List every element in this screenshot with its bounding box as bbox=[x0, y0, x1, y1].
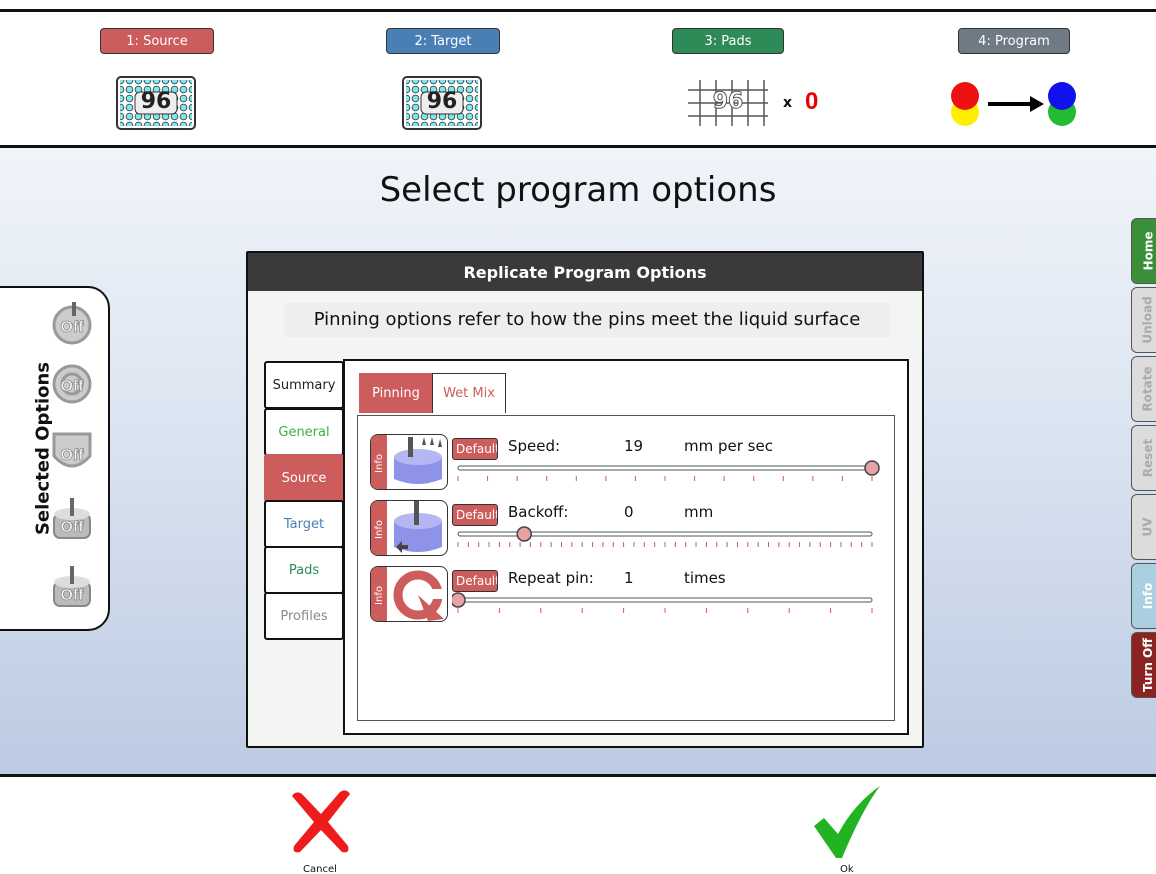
tab-summary[interactable]: Summary bbox=[264, 361, 344, 409]
info-label: Info bbox=[373, 585, 385, 605]
speed-default-button[interactable]: Default bbox=[452, 438, 498, 460]
program-color-transfer-icon bbox=[948, 76, 1080, 130]
repeat-pin-default-button[interactable]: Default bbox=[452, 570, 498, 592]
dialog-hint: Pinning options refer to how the pins me… bbox=[284, 303, 890, 337]
repeat-pin-value: 1 bbox=[624, 569, 634, 587]
main-area: Select program options Replicate Program… bbox=[0, 145, 1156, 777]
side-tab-uv[interactable]: UV bbox=[1131, 494, 1156, 560]
off-option-icon-4[interactable]: Off bbox=[48, 496, 96, 542]
info-strip: Info bbox=[371, 435, 387, 489]
speed-info-button[interactable]: Info bbox=[370, 434, 448, 490]
off-option-icon-1[interactable]: Off bbox=[48, 300, 96, 346]
repeat-pin-unit: times bbox=[684, 569, 726, 587]
ok-button[interactable] bbox=[810, 786, 890, 872]
slider-track[interactable] bbox=[457, 597, 873, 603]
side-tab-reset-label: Reset bbox=[1141, 438, 1155, 478]
off-badge: Off bbox=[60, 587, 84, 604]
option-row-repeat-pin: Info Default Repeat pin: 1 times bbox=[370, 566, 890, 624]
ok-label: Ok bbox=[840, 864, 854, 874]
top-divider bbox=[0, 9, 1156, 12]
cancel-label: Cancel bbox=[303, 864, 337, 874]
tab-pinning[interactable]: Pinning bbox=[359, 373, 433, 413]
side-tab-turn-off-label: Turn Off bbox=[1141, 638, 1156, 692]
options-content-panel: Pinning Wet Mix Info Default Speed: 19 m… bbox=[343, 359, 909, 735]
dialog-title: Replicate Program Options bbox=[248, 253, 922, 291]
info-strip: Info bbox=[371, 501, 387, 555]
ok-checkmark-icon bbox=[814, 786, 880, 858]
info-strip: Info bbox=[371, 567, 387, 621]
side-tab-reset[interactable]: Reset bbox=[1131, 425, 1156, 491]
slider-thumb[interactable] bbox=[864, 460, 880, 476]
backoff-info-button[interactable]: Info bbox=[370, 500, 448, 556]
target-plate-number: 96 bbox=[426, 89, 458, 114]
off-option-icon-3[interactable]: Off bbox=[48, 430, 96, 476]
off-option-icon-5[interactable]: Off bbox=[48, 564, 96, 610]
speed-slider[interactable] bbox=[452, 460, 882, 486]
pads-count: 0 bbox=[805, 88, 819, 115]
tab-wet-mix[interactable]: Wet Mix bbox=[432, 373, 506, 413]
repeat-pin-label: Repeat pin: bbox=[508, 569, 594, 587]
step-program-button[interactable]: 4: Program bbox=[958, 28, 1070, 54]
speed-label: Speed: bbox=[508, 437, 561, 455]
step-pads-button[interactable]: 3: Pads bbox=[672, 28, 784, 54]
side-tab-unload-label: Unload bbox=[1141, 296, 1155, 344]
off-badge: Off bbox=[60, 319, 84, 336]
option-row-speed: Info Default Speed: 19 mm per sec bbox=[370, 434, 890, 492]
source-plate-number: 96 bbox=[140, 89, 172, 114]
side-tab-turn-off[interactable]: Turn Off bbox=[1131, 632, 1156, 698]
side-tab-unload[interactable]: Unload bbox=[1131, 287, 1156, 353]
step-target-button[interactable]: 2: Target bbox=[386, 28, 500, 54]
option-row-backoff: Info Default Backoff: 0 mm bbox=[370, 500, 890, 558]
side-tab-home-label: Home bbox=[1141, 231, 1155, 271]
cancel-x-icon bbox=[292, 790, 350, 853]
cancel-button[interactable] bbox=[286, 786, 366, 872]
slider-thumb[interactable] bbox=[516, 526, 532, 542]
slider-track[interactable] bbox=[457, 465, 873, 471]
target-plate-icon: 96 bbox=[402, 76, 482, 130]
off-badge: Off bbox=[60, 378, 84, 395]
pins-speed-icon bbox=[394, 437, 442, 484]
backoff-label: Backoff: bbox=[508, 503, 569, 521]
tab-general[interactable]: General bbox=[264, 408, 344, 456]
info-label: Info bbox=[373, 453, 385, 473]
off-badge: Off bbox=[60, 447, 84, 464]
page-title: Select program options bbox=[379, 170, 777, 210]
side-tab-uv-label: UV bbox=[1141, 517, 1155, 537]
side-tab-home[interactable]: Home bbox=[1131, 218, 1156, 284]
side-tab-info-label: Info bbox=[1140, 582, 1155, 610]
side-tab-rotate[interactable]: Rotate bbox=[1131, 356, 1156, 422]
pads-grid-icon: 96 bbox=[686, 76, 770, 130]
slider-thumb[interactable] bbox=[452, 592, 466, 608]
repeat-pin-slider[interactable] bbox=[452, 592, 882, 618]
source-plate-icon: 96 bbox=[116, 76, 196, 130]
tab-target[interactable]: Target bbox=[264, 500, 344, 548]
tab-profiles[interactable]: Profiles bbox=[264, 592, 344, 640]
repeat-pin-icon bbox=[393, 570, 444, 621]
replicate-program-options-dialog: Replicate Program Options Pinning option… bbox=[246, 251, 924, 748]
backoff-default-button[interactable]: Default bbox=[452, 504, 498, 526]
side-tab-rotate-label: Rotate bbox=[1141, 366, 1156, 412]
pins-backoff-icon bbox=[394, 501, 442, 553]
side-tab-info[interactable]: Info bbox=[1131, 563, 1156, 629]
speed-value: 19 bbox=[624, 437, 644, 455]
step-source-button[interactable]: 1: Source bbox=[100, 28, 214, 54]
tab-pads[interactable]: Pads bbox=[264, 546, 344, 594]
repeat-pin-info-button[interactable]: Info bbox=[370, 566, 448, 622]
pinning-options-box: Info Default Speed: 19 mm per sec Info D… bbox=[357, 415, 895, 721]
pads-multiplier: x bbox=[783, 95, 793, 111]
pads-plate-number: 96 bbox=[712, 89, 744, 115]
off-badge: Off bbox=[60, 519, 84, 536]
speed-unit: mm per sec bbox=[684, 437, 773, 455]
backoff-slider[interactable] bbox=[452, 526, 882, 552]
backoff-value: 0 bbox=[624, 503, 634, 521]
backoff-unit: mm bbox=[684, 503, 714, 521]
info-label: Info bbox=[373, 519, 385, 539]
tab-source[interactable]: Source bbox=[264, 454, 344, 502]
off-option-icon-2[interactable]: Off bbox=[48, 360, 96, 406]
